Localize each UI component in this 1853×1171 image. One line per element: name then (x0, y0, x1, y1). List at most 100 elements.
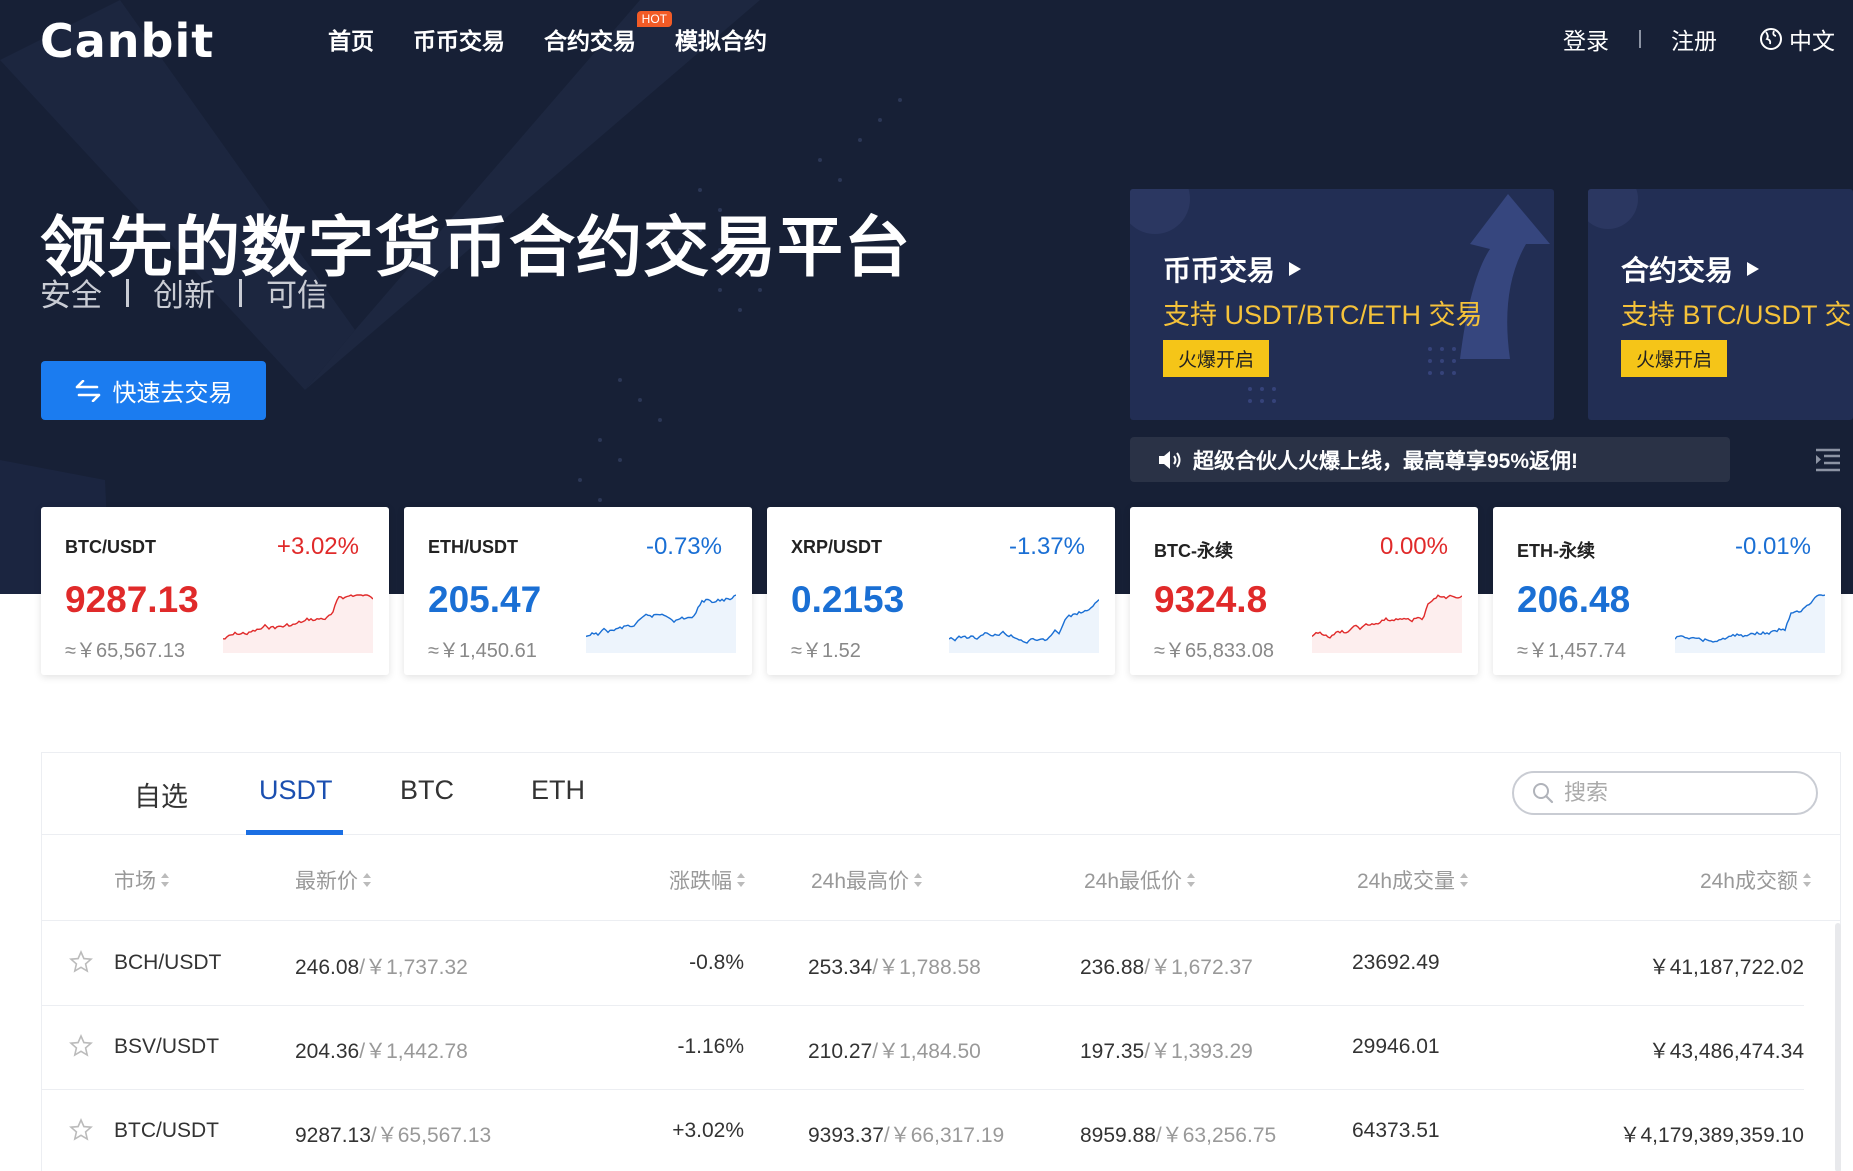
nav-item-home[interactable]: 首页 (328, 22, 374, 56)
ticker-cards: BTC/USDT +3.02% 9287.13 ≈￥65,567.13 ETH/… (41, 507, 1841, 675)
announcement-bar[interactable]: 超级合伙人火爆上线，最高尊享95%返佣! (1130, 437, 1730, 482)
row-24h-amount: ￥41,187,722.02 (1648, 956, 1804, 979)
tab-btc[interactable]: BTC (400, 775, 454, 806)
tab-usdt[interactable]: USDT (259, 775, 333, 806)
promo-card-contract[interactable]: 合约交易 支持 BTC/USDT 交 火爆开启 (1588, 189, 1853, 420)
row-24h-low: 8959.88/￥63,256.75 (1080, 1119, 1276, 1149)
speaker-icon (1157, 449, 1183, 471)
hero-subtitle-item: 创新 (153, 278, 215, 313)
quick-trade-label: 快速去交易 (112, 380, 233, 407)
row-high-value: 210.27 (808, 1040, 873, 1063)
star-icon[interactable] (69, 1118, 93, 1142)
ticker-card[interactable]: ETH-永续 -0.01% 206.48 ≈￥1,457.74 (1493, 507, 1841, 675)
ticker-sparkline (1312, 594, 1462, 653)
row-24h-volume: 23692.49 (1352, 951, 1440, 974)
table-row[interactable]: BTC/USDT 9287.13/￥65,567.13 +3.02% 9393.… (42, 1090, 1804, 1171)
ticker-card[interactable]: BTC/USDT +3.02% 9287.13 ≈￥65,567.13 (41, 507, 389, 675)
column-header-24h-volume[interactable]: 24h成交量 (1357, 865, 1469, 895)
hero-banner: Canbit 首页 币币交易 合约交易 HOT 模拟合约 登录 注册 中文 领先… (0, 0, 1853, 594)
ticker-cny-price: ≈￥65,567.13 (65, 640, 185, 662)
promo-title: 币币交易 (1163, 249, 1302, 289)
star-icon[interactable] (69, 1034, 93, 1058)
ticker-change: -1.37% (1008, 533, 1085, 560)
ticker-price: 9287.13 (65, 579, 199, 620)
register-link[interactable]: 注册 (1671, 22, 1717, 56)
row-24h-high: 9393.37/￥66,317.19 (808, 1119, 1004, 1149)
row-pair[interactable]: BTC/USDT (114, 1119, 219, 1143)
nav-item-contract[interactable]: 合约交易 HOT (544, 11, 672, 56)
sparkline-area (1675, 595, 1825, 653)
row-pair[interactable]: BSV/USDT (114, 1035, 219, 1059)
ticker-cny-price: ≈￥1,457.74 (1517, 640, 1626, 662)
column-label: 24h成交量 (1357, 870, 1456, 893)
row-last-price: 246.08/￥1,737.32 (295, 951, 468, 981)
row-24h-low: 236.88/￥1,672.37 (1080, 951, 1253, 981)
logo[interactable]: Canbit (40, 14, 214, 68)
row-high-cny: /￥66,317.19 (883, 1124, 1005, 1147)
ticker-price: 206.48 (1517, 579, 1631, 620)
ticker-cny-price: ≈￥1.52 (791, 640, 861, 662)
column-header-change[interactable]: 涨跌幅 (669, 865, 746, 895)
market-panel: 自选 USDT BTC ETH 市场 最新价 涨跌幅 24h最高价 24h最低价… (41, 752, 1841, 1171)
table-scrollbar[interactable] (1835, 923, 1841, 1171)
ticker-sparkline (586, 594, 736, 653)
nav-item-contract-label: 合约交易 (544, 28, 636, 54)
column-header-24h-high[interactable]: 24h最高价 (811, 865, 923, 895)
ticker-card[interactable]: ETH/USDT -0.73% 205.47 ≈￥1,450.61 (404, 507, 752, 675)
quick-trade-button[interactable]: 快速去交易 (41, 361, 266, 420)
search-input[interactable] (1564, 780, 1794, 806)
row-low-value: 236.88 (1080, 956, 1145, 979)
column-header-24h-amount[interactable]: 24h成交额 (1700, 865, 1812, 895)
login-link[interactable]: 登录 (1563, 22, 1609, 56)
promo-title: 合约交易 (1621, 249, 1760, 289)
table-row[interactable]: BCH/USDT 246.08/￥1,737.32 -0.8% 253.34/￥… (42, 922, 1804, 1006)
column-header-market[interactable]: 市场 (114, 865, 170, 895)
column-header-24h-low[interactable]: 24h最低价 (1084, 865, 1196, 895)
subtitle-divider (126, 278, 129, 307)
row-high-value: 253.34 (808, 956, 873, 979)
column-header-last-price[interactable]: 最新价 (295, 865, 372, 895)
ticker-cny-price: ≈￥1,450.61 (428, 640, 537, 662)
row-last-price: 204.36/￥1,442.78 (295, 1035, 468, 1065)
hero-subtitle: 安全 创新 可信 (40, 270, 328, 315)
announcement-text: 超级合伙人火爆上线，最高尊享95%返佣! (1193, 449, 1579, 473)
tab-eth[interactable]: ETH (531, 775, 585, 806)
sort-icon (160, 872, 170, 888)
sort-icon (362, 872, 372, 888)
ticker-pair: ETH/USDT (428, 537, 518, 557)
nav-account: 登录 注册 中文 (1563, 22, 1835, 56)
column-label: 涨跌幅 (669, 870, 732, 893)
column-label: 24h最低价 (1084, 870, 1183, 893)
search-box[interactable] (1512, 771, 1818, 815)
menu-list-icon[interactable] (1814, 447, 1842, 473)
globe-icon (1759, 27, 1783, 51)
promo-tag[interactable]: 火爆开启 (1163, 340, 1270, 377)
hero-subtitle-item: 可信 (266, 278, 328, 313)
sparkline-area (949, 599, 1099, 653)
row-24h-amount: ￥4,179,389,359.10 (1619, 1124, 1805, 1147)
row-pair[interactable]: BCH/USDT (114, 951, 221, 975)
nav-item-spot[interactable]: 币币交易 (413, 22, 505, 56)
tab-favorites[interactable]: 自选 (134, 775, 188, 814)
language-switcher[interactable]: 中文 (1759, 22, 1835, 56)
promo-title-text: 合约交易 (1621, 255, 1734, 286)
row-change: -0.8% (689, 951, 744, 974)
subtitle-divider (239, 278, 242, 307)
ticker-card[interactable]: BTC-永续 0.00% 9324.8 ≈￥65,833.08 (1130, 507, 1478, 675)
table-header: 市场 最新价 涨跌幅 24h最高价 24h最低价 24h成交量 24h成交额 (42, 835, 1840, 921)
row-last-price: 9287.13/￥65,567.13 (295, 1119, 491, 1149)
column-label: 最新价 (295, 870, 358, 893)
promo-card-spot[interactable]: 币币交易 支持 USDT/BTC/ETH 交易 火爆开启 (1130, 189, 1554, 420)
promo-tag[interactable]: 火爆开启 (1621, 340, 1728, 377)
row-low-value: 197.35 (1080, 1040, 1145, 1063)
hot-badge: HOT (636, 11, 672, 27)
table-row[interactable]: BSV/USDT 204.36/￥1,442.78 -1.16% 210.27/… (42, 1006, 1804, 1090)
ticker-pair: XRP/USDT (791, 537, 883, 557)
ticker-sparkline (223, 594, 373, 653)
ticker-pair: BTC/USDT (65, 537, 156, 557)
ticker-card[interactable]: XRP/USDT -1.37% 0.2153 ≈￥1.52 (767, 507, 1115, 675)
play-arrow-icon (1289, 262, 1302, 276)
star-icon[interactable] (69, 950, 93, 974)
nav-item-simulated[interactable]: 模拟合约 (675, 22, 767, 56)
row-high-cny: /￥1,788.58 (872, 956, 981, 979)
